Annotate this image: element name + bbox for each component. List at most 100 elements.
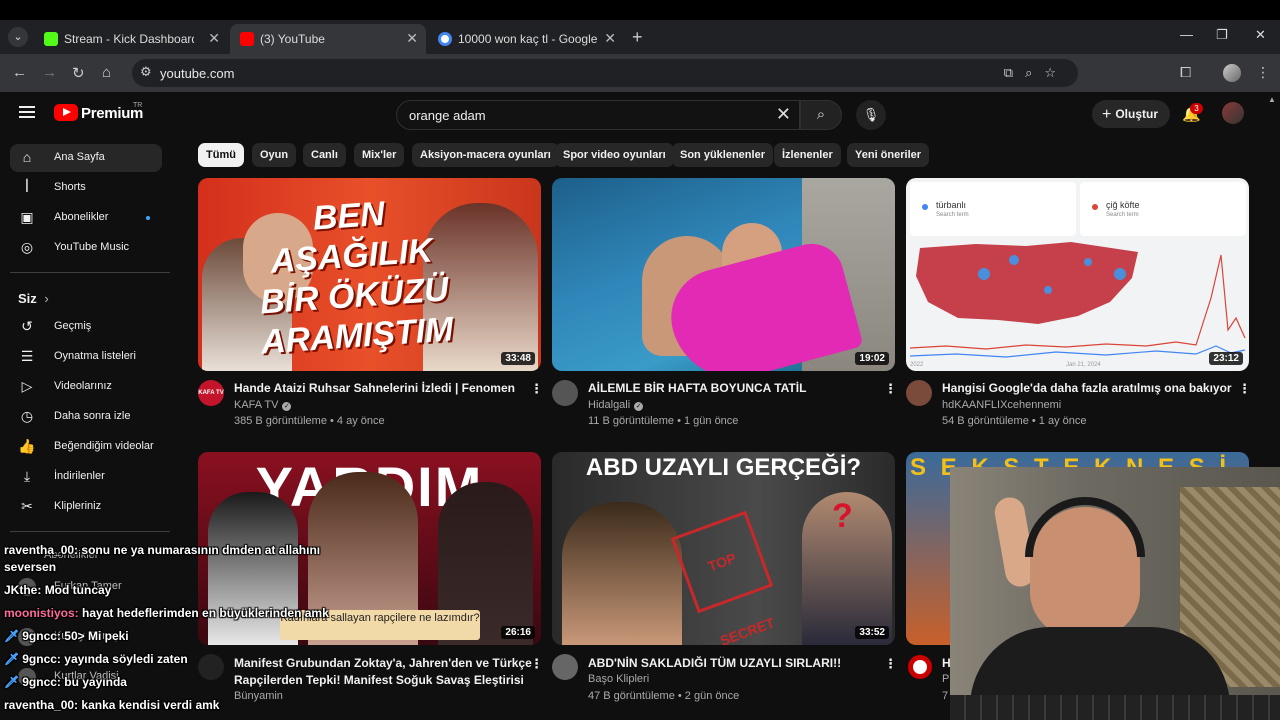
- zoom-icon[interactable]: ⌕: [1025, 65, 1044, 80]
- chip-sports-games[interactable]: Spor video oyunları: [555, 143, 674, 167]
- notification-badge: 3: [1190, 103, 1203, 114]
- video-thumbnail[interactable]: ABD UZAYLI GERÇEĞİ? TOP SECRET ? 33:52: [552, 452, 895, 645]
- video-channel[interactable]: KAFA TV ✓: [234, 399, 292, 411]
- chip-recently-uploaded[interactable]: Son yüklenenler: [672, 143, 773, 167]
- mic-icon: 🎙: [862, 107, 880, 122]
- extensions-icon[interactable]: ⧠: [1180, 64, 1191, 81]
- tab-close-icon[interactable]: ✕: [406, 30, 418, 47]
- channel-avatar[interactable]: [552, 654, 578, 680]
- video-channel[interactable]: P: [942, 673, 949, 685]
- sidebar-item-label: Klipleriniz: [54, 500, 102, 512]
- channel-avatar[interactable]: [198, 654, 224, 680]
- youtube-logo-icon[interactable]: [54, 104, 78, 121]
- sidebar-item-clips[interactable]: ✂ Klipleriniz: [10, 493, 162, 521]
- back-icon[interactable]: ←: [12, 64, 27, 81]
- chat-user: raventha_00:: [4, 698, 79, 712]
- tab-close-icon[interactable]: ✕: [604, 30, 616, 47]
- chat-user: 9gncc:: [22, 675, 61, 689]
- create-button[interactable]: + Oluştur: [1092, 100, 1170, 128]
- search-button[interactable]: ⌕: [800, 100, 842, 130]
- your-videos-icon: ▷: [21, 378, 33, 394]
- sidebar-item-home[interactable]: ⌂ Ana Sayfa: [10, 144, 162, 172]
- channel-avatar[interactable]: [908, 655, 932, 679]
- video-channel[interactable]: Bünyamin: [234, 690, 283, 702]
- video-thumbnail[interactable]: 19:02: [552, 178, 895, 371]
- kick-favicon-icon: [44, 32, 58, 46]
- bookmark-star-icon[interactable]: ☆: [1044, 65, 1068, 80]
- chip-gaming[interactable]: Oyun: [252, 143, 297, 167]
- browser-tab-kick[interactable]: Stream - Kick Dashboard ✕: [34, 24, 228, 54]
- channel-avatar[interactable]: [906, 380, 932, 406]
- video-options-icon[interactable]: ⋮: [530, 381, 543, 397]
- chip-all[interactable]: Tümü: [198, 143, 244, 167]
- voice-search-button[interactable]: 🎙: [856, 100, 886, 130]
- trend-term: türbanlı: [936, 200, 967, 210]
- chip-new-to-you[interactable]: Yeni öneriler: [847, 143, 930, 167]
- sidebar-item-music[interactable]: ◎ YouTube Music: [10, 234, 162, 262]
- trend-sub: Search term: [1106, 212, 1139, 218]
- window-close-icon[interactable]: ✕: [1255, 27, 1266, 43]
- webcam-keyboard: [950, 695, 1280, 720]
- video-title-line2[interactable]: Rapçilerden Tepki! Manifest Soğuk Savaş …: [234, 673, 534, 687]
- browser-menu-icon[interactable]: ⋮: [1256, 64, 1270, 81]
- sidebar-item-history[interactable]: ↺ Geçmiş: [10, 313, 162, 341]
- account-avatar[interactable]: [1222, 102, 1244, 124]
- new-tab-icon[interactable]: +: [632, 27, 643, 48]
- chat-text: hayat hedeflerimden en büyüklerinden amk: [82, 606, 329, 620]
- video-title[interactable]: Hande Ataizi Ruhsar Sahnelerini İzledi |…: [234, 381, 524, 395]
- channel-avatar[interactable]: KAFA TV: [198, 380, 224, 406]
- channel-avatar[interactable]: [552, 380, 578, 406]
- sidebar-item-playlists[interactable]: ☰ Oynatma listeleri: [10, 343, 162, 371]
- browser-profile-avatar[interactable]: [1223, 64, 1241, 82]
- browser-tab-google[interactable]: 10000 won kaç tl - Google'da A ✕: [428, 24, 624, 54]
- clear-search-icon[interactable]: ✕: [776, 104, 791, 125]
- chip-mixes[interactable]: Mix'ler: [354, 143, 405, 167]
- channel-name: Hidalgali: [588, 399, 631, 411]
- webcam-overlay: [950, 467, 1280, 720]
- search-input[interactable]: orange adam ✕: [396, 100, 800, 130]
- chip-live[interactable]: Canlı: [303, 143, 346, 167]
- home-browser-icon[interactable]: ⌂: [102, 64, 111, 81]
- tab-close-icon[interactable]: ✕: [208, 30, 220, 47]
- chat-user: 9gncc:: [22, 629, 61, 643]
- forward-icon[interactable]: →: [42, 64, 57, 81]
- address-bar[interactable]: ⚙ youtube.com ⧉⌕☆: [132, 59, 1078, 87]
- video-title[interactable]: Manifest Grubundan Zoktay'a, Jahren'den …: [234, 656, 534, 670]
- sidebar-item-shorts[interactable]: ꟾ Shorts: [10, 174, 162, 202]
- sidebar-item-label: Ana Sayfa: [54, 151, 105, 163]
- tab-search-icon[interactable]: ⌄: [8, 27, 28, 47]
- chip-watched[interactable]: İzlenenler: [774, 143, 841, 167]
- install-icon[interactable]: ⧉: [1004, 65, 1025, 80]
- video-options-icon[interactable]: ⋮: [884, 381, 897, 397]
- video-thumbnail[interactable]: BEN AŞAĞILIK BİR ÖKÜZÜ ARAMIŞTIM 33:48: [198, 178, 541, 371]
- restore-icon[interactable]: ❐: [1216, 27, 1228, 43]
- chat-user: moonistiyos:: [4, 606, 79, 620]
- browser-tab-youtube[interactable]: (3) YouTube ✕: [230, 24, 426, 54]
- video-options-icon[interactable]: ⋮: [1238, 381, 1251, 397]
- video-channel[interactable]: hdKAANFLIXcehennemi: [942, 399, 1061, 411]
- video-options-icon[interactable]: ⋮: [884, 656, 897, 672]
- sidebar-divider: [10, 531, 170, 532]
- scroll-up-arrow-icon[interactable]: ▲: [1268, 95, 1276, 104]
- url-text: youtube.com: [160, 66, 235, 81]
- sidebar-item-watch-later[interactable]: ◷ Daha sonra izle: [10, 403, 162, 431]
- minimize-icon[interactable]: —: [1180, 27, 1193, 42]
- sidebar-item-subscriptions[interactable]: ▣ Abonelikler: [10, 204, 162, 232]
- sidebar-section-you[interactable]: Siz ›: [18, 291, 49, 306]
- video-thumbnail[interactable]: türbanlı Search term çiğ köfte Search te…: [906, 178, 1249, 371]
- trend-sub: Search term: [936, 212, 969, 218]
- sidebar-item-liked[interactable]: 👍 Beğendiğim videolar: [10, 433, 162, 461]
- video-title[interactable]: AİLEMLE BİR HAFTA BOYUNCA TATİL: [588, 381, 878, 395]
- video-channel[interactable]: Hidalgali ✓: [588, 399, 644, 411]
- sidebar-item-your-videos[interactable]: ▷ Videolarınız: [10, 373, 162, 401]
- video-title[interactable]: Hangisi Google'da daha fazla aratılmış o…: [942, 381, 1232, 395]
- sidebar-item-downloads[interactable]: ⤓ İndirilenler: [10, 463, 162, 491]
- chip-action-adventure[interactable]: Aksiyon-macera oyunları: [412, 143, 559, 167]
- video-channel[interactable]: Başo Klipleri: [588, 673, 649, 685]
- reload-icon[interactable]: ↻: [72, 64, 85, 82]
- video-options-icon[interactable]: ⋮: [530, 656, 543, 672]
- menu-icon[interactable]: [19, 106, 35, 118]
- video-title[interactable]: ABD'NİN SAKLADIĞI TÜM UZAYLI SIRLARI!!: [588, 656, 878, 670]
- video-meta: 385 B görüntüleme • 4 ay önce: [234, 415, 385, 427]
- site-info-icon[interactable]: ⚙: [140, 64, 152, 80]
